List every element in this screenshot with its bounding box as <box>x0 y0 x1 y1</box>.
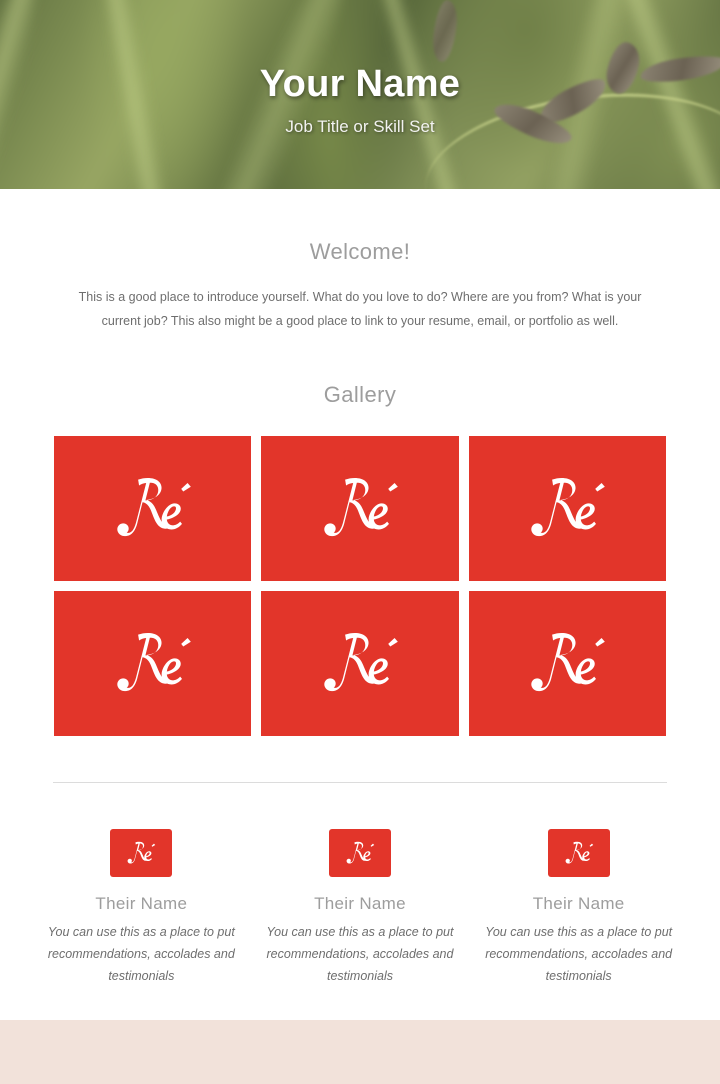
re-logo-icon <box>531 633 606 692</box>
testimonial-item: Their Name You can use this as a place t… <box>259 828 462 988</box>
testimonial-logo[interactable] <box>547 828 610 877</box>
gallery-tile[interactable] <box>468 590 666 736</box>
testimonial-quote: You can use this as a place to put recom… <box>266 924 454 983</box>
re-logo-icon <box>116 633 191 692</box>
testimonial-item: Their Name You can use this as a place t… <box>477 828 680 988</box>
welcome-body-text: This is a good place to introduce yourse… <box>78 290 642 329</box>
testimonial-name: Their Name <box>95 893 188 913</box>
gallery-tile[interactable] <box>468 435 666 581</box>
testimonial-item: Their Name You can use this as a place t… <box>40 828 243 988</box>
site-title: Your Name <box>259 63 461 105</box>
gallery-tile[interactable] <box>261 435 459 581</box>
gallery-heading: Gallery <box>323 381 397 407</box>
site-header: Your Name Job Title or Skill Set <box>0 0 720 189</box>
gallery-section: Gallery <box>0 334 720 736</box>
re-logo-icon <box>531 478 606 537</box>
gallery-tile[interactable] <box>54 435 252 581</box>
site-footer <box>0 1020 720 1084</box>
testimonial-quote: You can use this as a place to put recom… <box>485 924 673 983</box>
gallery-grid <box>54 435 666 736</box>
gallery-tile[interactable] <box>54 590 252 736</box>
testimonial-logo[interactable] <box>328 828 391 877</box>
re-logo-icon <box>127 841 156 864</box>
testimonial-quote: You can use this as a place to put recom… <box>47 924 235 983</box>
gallery-tile[interactable] <box>261 590 459 736</box>
re-logo-icon <box>324 478 398 537</box>
testimonial-name: Their Name <box>532 893 625 913</box>
testimonials-section: Their Name You can use this as a place t… <box>40 783 680 988</box>
re-logo-icon <box>116 478 191 537</box>
site-subtitle: Job Title or Skill Set <box>285 116 435 136</box>
testimonial-logo[interactable] <box>110 828 173 877</box>
re-logo-icon <box>346 841 375 864</box>
welcome-section: Welcome! This is a good place to introdu… <box>0 189 720 334</box>
re-logo-icon <box>324 633 398 692</box>
testimonial-name: Their Name <box>314 893 406 913</box>
header-text-block: Your Name Job Title or Skill Set <box>0 0 720 137</box>
welcome-heading: Welcome! <box>309 239 411 264</box>
re-logo-icon <box>565 841 593 864</box>
